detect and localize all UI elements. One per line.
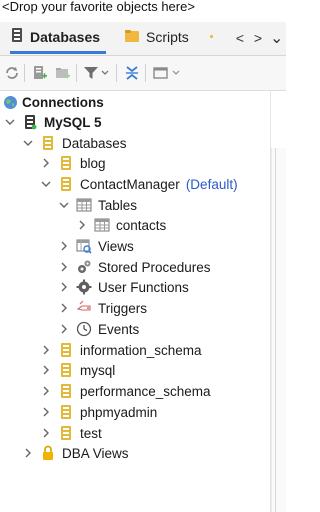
database-icon [58,425,74,441]
refresh-icon[interactable] [3,64,21,82]
trigger-icon [76,300,92,316]
chevron-down-icon[interactable] [22,137,34,149]
lock-icon [40,445,56,461]
table-grid-icon [76,197,92,213]
database-tree: Connections MySQL 5 Databases blog Conta… [0,90,286,512]
chevron-right-icon[interactable] [40,427,52,439]
toolbar-separator [76,64,77,82]
tab-overflow-indicator [210,35,213,38]
chevron-right-icon[interactable] [58,323,70,335]
toolbar-separator [145,64,146,82]
new-document-icon[interactable] [31,64,49,82]
tree-root-connections[interactable]: Connections [2,92,272,112]
triggers-label: Triggers [98,300,148,316]
tree-item-database[interactable]: test [40,423,310,443]
tree-item-events-folder[interactable]: Events [58,319,320,339]
database-icon [58,342,74,358]
drop-objects-hint: <Drop your favorite objects here> [2,0,195,14]
chevron-right-icon[interactable] [58,240,70,252]
chevron-down-icon[interactable] [40,178,52,190]
window-dropdown-icon[interactable] [171,64,181,82]
database-label: blog [80,155,106,171]
databases-folder-label: Databases [62,135,127,151]
collapse-all-icon[interactable] [123,64,141,82]
database-icon [58,404,74,420]
tree-item-database[interactable]: mysql [40,360,310,380]
databases-folder-icon [40,135,56,151]
database-icon [58,383,74,399]
chevron-right-icon[interactable] [40,364,52,376]
tab-next-button[interactable]: > [252,30,264,46]
tree-item-database[interactable]: phpmyadmin [40,402,310,422]
tree-item-triggers-folder[interactable]: Triggers [58,298,320,318]
window-icon[interactable] [152,64,170,82]
dba-views-label: DBA Views [62,445,129,461]
user-functions-label: User Functions [98,279,189,295]
database-label: phpmyadmin [80,404,158,420]
tree-item-table[interactable]: contacts [76,215,320,235]
tree-root-label: Connections [22,94,104,110]
tab-databases[interactable]: Databases [10,22,106,54]
chevron-right-icon[interactable] [58,281,70,293]
events-label: Events [98,321,140,337]
scripts-icon [124,29,140,46]
chevron-right-icon[interactable] [40,385,52,397]
chevron-right-icon[interactable] [40,406,52,418]
database-label: mysql [80,362,116,378]
tree-item-database[interactable]: blog [40,153,310,173]
tree-item-tables-folder[interactable]: Tables [58,195,320,215]
chevron-right-icon[interactable] [22,447,34,459]
connection-label: MySQL 5 [44,114,102,130]
chevron-down-icon[interactable] [58,199,70,211]
filter-icon[interactable] [82,64,100,82]
tab-menu-button[interactable]: ⌄ [270,28,283,48]
gears-icon [76,259,92,275]
database-label: ContactManager [80,176,180,192]
toolbar [0,56,286,91]
default-database-tag: (Default) [185,176,238,192]
toolbar-separator [116,64,117,82]
chevron-right-icon[interactable] [40,344,52,356]
tree-item-dba-views[interactable]: DBA Views [22,443,292,463]
filter-dropdown-icon[interactable] [100,64,110,82]
tab-databases-label: Databases [30,28,101,45]
new-folder-icon[interactable] [54,64,72,82]
tab-bar: Databases Scripts < > ⌄ [0,22,286,56]
table-icon [94,217,110,233]
tree-item-databases-folder[interactable]: Databases [22,133,292,153]
database-icon [58,362,74,378]
tree-item-user-functions-folder[interactable]: User Functions [58,277,320,297]
tree-item-database[interactable]: information_schema [40,340,310,360]
views-folder-label: Views [98,238,134,254]
database-icon [58,176,74,192]
stored-procedures-label: Stored Procedures [98,259,211,275]
chevron-down-icon[interactable] [4,116,16,128]
chevron-right-icon[interactable] [58,261,70,273]
database-label: test [80,425,102,441]
tab-prev-button[interactable]: < [234,30,246,46]
database-label: information_schema [80,342,202,358]
tab-scripts-label: Scripts [146,29,189,45]
tables-folder-label: Tables [98,197,138,213]
tab-scripts[interactable]: Scripts [124,22,189,52]
chevron-right-icon[interactable] [76,219,88,231]
table-label: contacts [116,217,167,233]
toolbar-separator [24,64,25,82]
tree-item-stored-procedures-folder[interactable]: Stored Procedures [58,257,320,277]
chevron-right-icon[interactable] [58,302,70,314]
mysql-connection-icon [22,114,38,130]
globe-icon [2,94,18,110]
tree-item-database-contactmanager[interactable]: ContactManager (Default) [40,174,310,194]
gear-icon [76,279,92,295]
views-icon [76,238,92,254]
tree-item-views-folder[interactable]: Views [58,236,320,256]
clock-icon [76,321,92,337]
database-icon [58,155,74,171]
tree-item-connection[interactable]: MySQL 5 [4,112,274,132]
database-label: performance_schema [80,383,211,399]
database-icon [10,27,24,46]
chevron-right-icon[interactable] [40,157,52,169]
tree-item-database[interactable]: performance_schema [40,381,310,401]
